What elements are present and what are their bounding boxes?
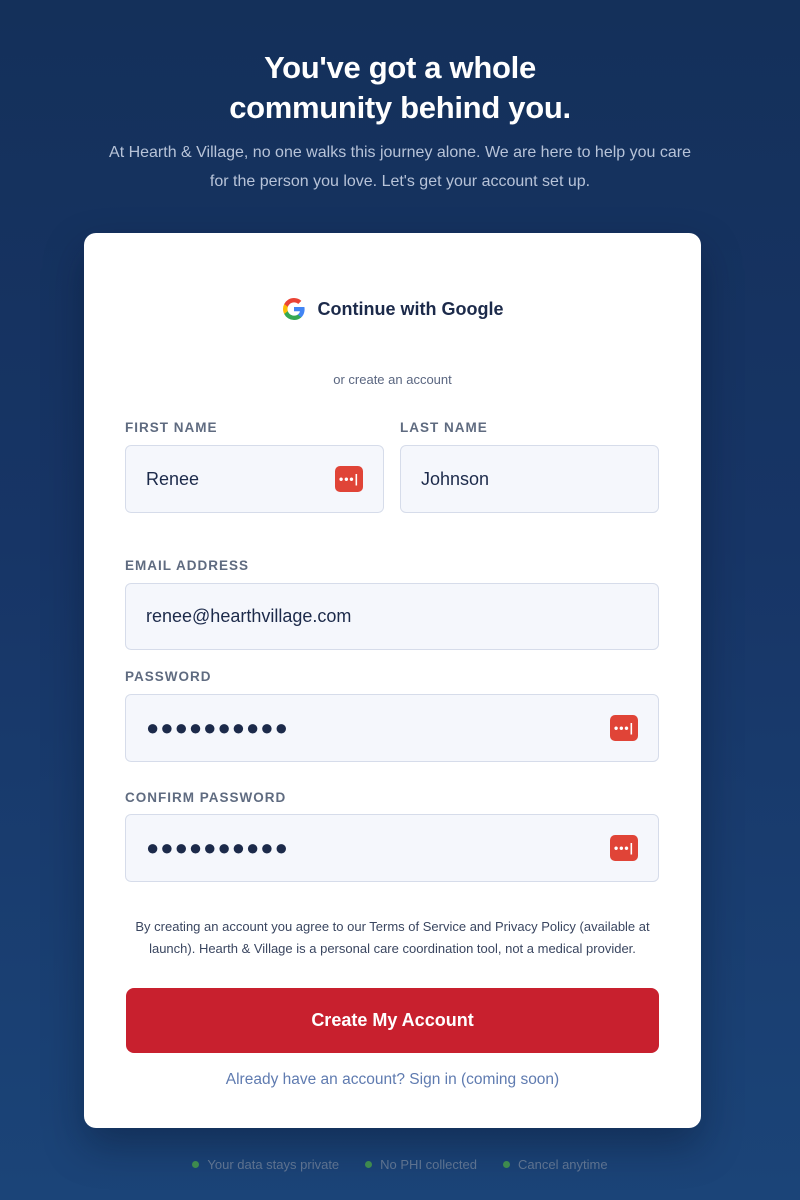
create-account-button[interactable]: Create My Account [126,988,659,1053]
page-subtitle: At Hearth & Village, no one walks this j… [109,144,691,190]
legal-disclaimer: By creating an account you agree to our … [135,919,650,956]
page-title-line-2: community behind you. [229,90,571,125]
footer-item: Cancel anytime [502,1157,608,1172]
footer-item-label: Cancel anytime [517,1157,608,1172]
footer-item: No PHI collected [365,1157,477,1172]
footer-item-label: No PHI collected [380,1157,477,1172]
email-label: EMAIL ADDRESS [125,558,250,573]
confirm-password-field[interactable]: ●●●●●●●●●● •••| [125,814,659,882]
first-name-label: FIRST NAME [125,420,218,435]
hero: You've got a whole community behind you.… [0,48,800,196]
signup-card: Continue with Google or create an accoun… [84,233,701,1128]
password-masked-value: ●●●●●●●●●● [146,715,289,740]
confirm-password-label: CONFIRM PASSWORD [125,790,287,805]
email-field[interactable]: renee@hearthvillage.com [125,583,659,650]
status-dot-icon [365,1161,373,1168]
status-dot-icon [192,1161,200,1168]
password-manager-icon[interactable]: •••| [335,466,363,492]
last-name-value: Johnson [421,468,490,489]
password-manager-icon[interactable]: •••| [610,715,638,741]
sign-in-link[interactable]: Already have an account? Sign in (coming… [84,1071,701,1089]
password-label: PASSWORD [125,669,212,684]
divider-text: or create an account [333,372,452,387]
footer-item: Your data stays private [192,1157,339,1172]
google-icon [282,298,305,320]
footer-item-label: Your data stays private [207,1157,340,1172]
status-dot-icon [502,1161,510,1168]
google-button-label: Continue with Google [317,298,504,319]
continue-with-google-button[interactable]: Continue with Google [84,283,701,335]
confirm-password-masked-value: ●●●●●●●●●● [146,835,289,860]
last-name-label: LAST NAME [400,420,488,435]
email-value: renee@hearthvillage.com [146,606,352,626]
first-name-field[interactable]: Renee •••| [125,445,384,513]
page-title-line-1: You've got a whole [264,50,536,85]
password-manager-icon[interactable]: •••| [610,835,638,861]
last-name-field[interactable]: Johnson [400,445,659,513]
password-field[interactable]: ●●●●●●●●●● •••| [125,694,659,762]
first-name-value: Renee [146,468,200,489]
footer-assurances: Your data stays private No PHI collected… [0,1157,800,1172]
page-title: You've got a whole community behind you. [0,48,800,128]
